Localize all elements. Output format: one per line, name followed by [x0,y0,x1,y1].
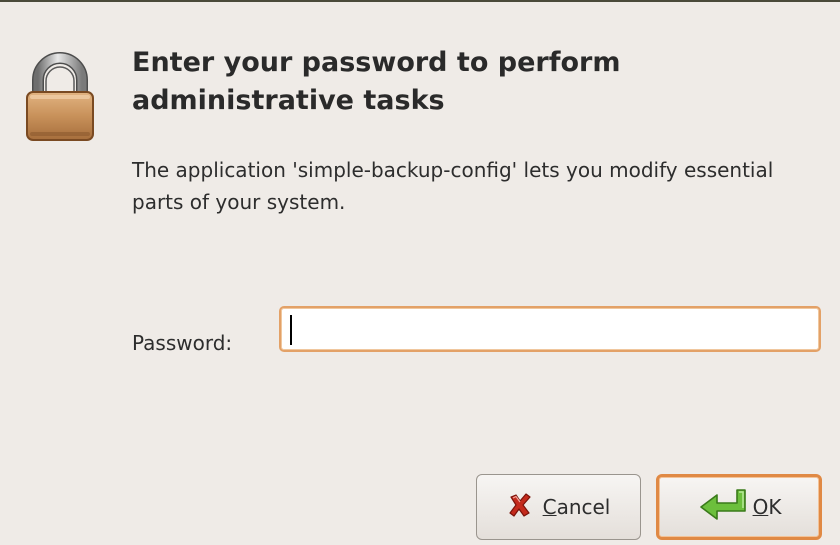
lock-icon [24,50,96,146]
cancel-button[interactable]: Cancel [476,474,641,540]
ok-button-label: OK [752,495,782,519]
ok-button[interactable]: OK [656,474,822,540]
green-enter-arrow-icon [697,487,749,528]
text-caret [290,315,292,345]
red-x-icon [507,492,533,523]
dialog-description: The application 'simple-backup-config' l… [132,158,774,214]
cancel-button-label: Cancel [542,495,611,519]
window-top-border [0,0,840,12]
dialog-heading: Enter your password to perform administr… [132,47,621,116]
authentication-dialog: Enter your password to perform administr… [0,12,840,545]
password-label: Password: [132,331,233,355]
password-input[interactable] [279,306,821,352]
